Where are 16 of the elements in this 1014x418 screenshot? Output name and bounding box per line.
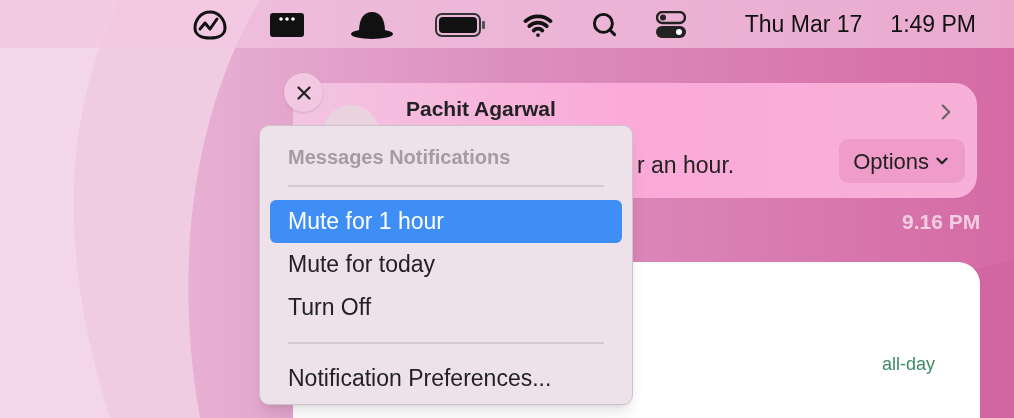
control-center-icon[interactable] [656, 11, 686, 39]
sender-name: Pachit Agarwal [406, 96, 556, 122]
battery-icon[interactable] [435, 13, 487, 37]
window-icon[interactable] [270, 13, 304, 37]
notification-message: r an hour. [637, 151, 735, 180]
hat-icon[interactable] [350, 10, 394, 40]
menu-bar-clock[interactable]: 1:49 PM [890, 6, 976, 42]
menu-item[interactable]: Notification Preferences... [270, 357, 622, 400]
search-icon[interactable] [591, 11, 618, 38]
menu-item[interactable]: Turn Off [270, 286, 622, 329]
options-button[interactable]: Options [839, 139, 965, 183]
all-day-label: all-day [882, 353, 936, 376]
notification-time: 9.16 PM [902, 209, 981, 235]
menu-bar-date[interactable]: Thu Mar 17 [744, 6, 863, 42]
logo-icon[interactable] [192, 9, 228, 41]
menu-item[interactable]: Mute for today [270, 243, 622, 286]
